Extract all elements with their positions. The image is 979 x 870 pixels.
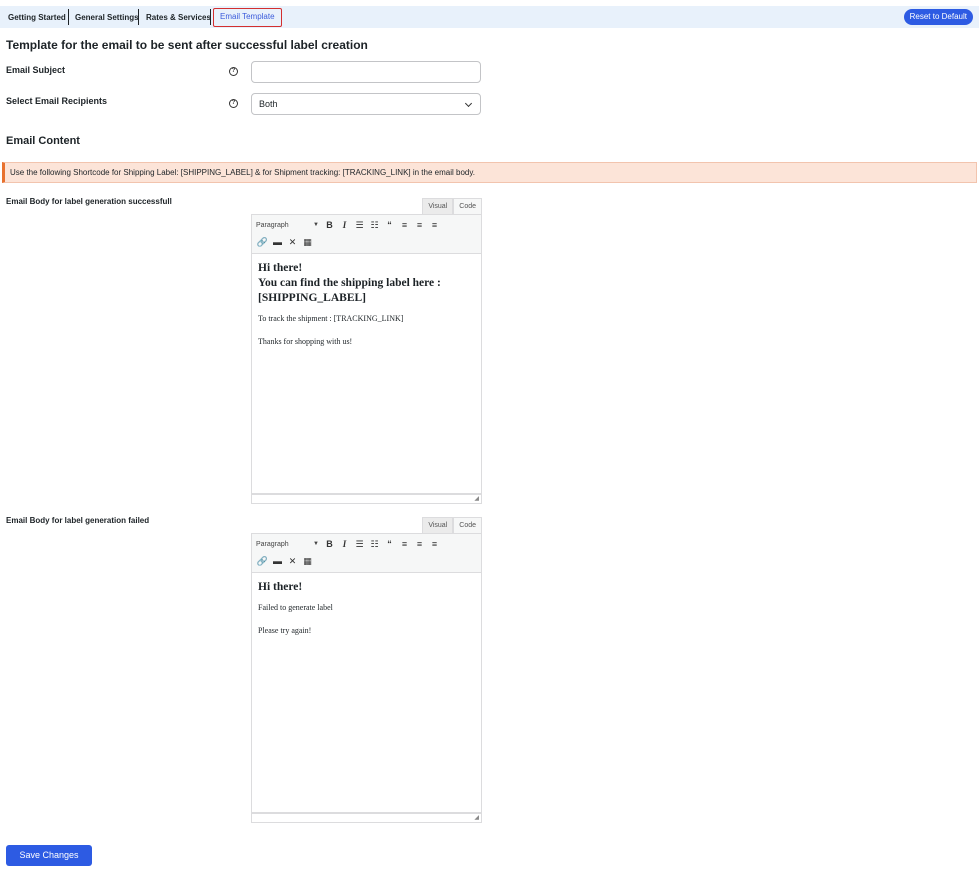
email-recipients-value: Both (259, 99, 278, 109)
italic-icon[interactable]: I (338, 218, 351, 233)
email-recipients-select[interactable]: Both (251, 93, 481, 115)
editor-statusbar: ◢ (251, 813, 482, 823)
email-heading: Hi there! (258, 581, 303, 593)
failed-body-label: Email Body for label generation failed (6, 516, 150, 525)
editor-content[interactable]: Hi there! You can find the shipping labe… (251, 254, 482, 494)
numbered-list-icon[interactable]: ☷ (368, 537, 381, 552)
email-heading: Hi there! You can find the shipping labe… (258, 262, 441, 304)
toolbar-toggle-icon[interactable]: ▦ (301, 235, 314, 250)
align-right-icon[interactable]: ≡ (428, 218, 441, 233)
link-icon[interactable]: 🔗 (256, 235, 269, 250)
tab-separator (138, 9, 139, 25)
format-label: Paragraph (256, 541, 289, 548)
editor-toolbar: Paragraph ▼ B I ☰ ☷ “ ≡ ≡ ≡ 🔗 ▬ ✕ ▦ (251, 533, 482, 573)
align-left-icon[interactable]: ≡ (398, 537, 411, 552)
paragraph-format-select[interactable]: Paragraph ▼ (256, 541, 323, 548)
email-paragraph: Failed to generate label (258, 603, 333, 612)
success-body-label: Email Body for label generation successf… (6, 197, 172, 206)
email-paragraph: Please try again! (258, 626, 312, 635)
tab-code[interactable]: Code (453, 517, 482, 533)
bullet-list-icon[interactable]: ☰ (353, 537, 366, 552)
failed-body-editor: Visual Code Paragraph ▼ B I ☰ ☷ “ ≡ ≡ ≡ … (251, 517, 482, 825)
toolbar-toggle-icon[interactable]: ▦ (301, 554, 314, 569)
email-subject-label: Email Subject (6, 65, 66, 75)
align-right-icon[interactable]: ≡ (428, 537, 441, 552)
blockquote-icon[interactable]: “ (383, 537, 396, 552)
help-icon[interactable]: ? (229, 67, 238, 76)
editor-toolbar: Paragraph ▼ B I ☰ ☷ “ ≡ ≡ ≡ 🔗 ▬ ✕ ▦ (251, 214, 482, 254)
save-changes-button[interactable]: Save Changes (6, 845, 92, 866)
resize-handle-icon[interactable]: ◢ (474, 814, 479, 821)
align-center-icon[interactable]: ≡ (413, 218, 426, 233)
chevron-down-icon: ▼ (313, 222, 319, 228)
link-icon[interactable]: 🔗 (256, 554, 269, 569)
horizontal-line-icon[interactable]: ▬ (271, 554, 284, 569)
shortcode-notice: Use the following Shortcode for Shipping… (2, 162, 977, 183)
bold-icon[interactable]: B (323, 218, 336, 233)
horizontal-line-icon[interactable]: ▬ (271, 235, 284, 250)
tab-email-template[interactable]: Email Template (213, 8, 282, 27)
bold-icon[interactable]: B (323, 537, 336, 552)
email-paragraph: Thanks for shopping with us! (258, 337, 353, 346)
editor-content[interactable]: Hi there! Failed to generate label Pleas… (251, 573, 482, 813)
fullscreen-icon[interactable]: ✕ (286, 235, 299, 250)
align-left-icon[interactable]: ≡ (398, 218, 411, 233)
paragraph-format-select[interactable]: Paragraph ▼ (256, 222, 323, 229)
success-body-editor: Visual Code Paragraph ▼ B I ☰ ☷ “ ≡ ≡ ≡ … (251, 198, 482, 506)
numbered-list-icon[interactable]: ☷ (368, 218, 381, 233)
editor-statusbar: ◢ (251, 494, 482, 504)
help-icon[interactable]: ? (229, 99, 238, 108)
align-center-icon[interactable]: ≡ (413, 537, 426, 552)
blockquote-icon[interactable]: “ (383, 218, 396, 233)
email-subject-input[interactable] (251, 61, 481, 83)
chevron-down-icon (464, 99, 473, 108)
tab-visual[interactable]: Visual (422, 198, 454, 214)
email-content-title: Email Content (6, 135, 80, 147)
tab-code[interactable]: Code (453, 198, 482, 214)
tab-getting-started[interactable]: Getting Started (2, 10, 72, 26)
tab-general-settings[interactable]: General Settings (69, 10, 145, 26)
fullscreen-icon[interactable]: ✕ (286, 554, 299, 569)
tab-separator (210, 9, 211, 25)
chevron-down-icon: ▼ (313, 541, 319, 547)
page-title: Template for the email to be sent after … (6, 38, 368, 52)
bullet-list-icon[interactable]: ☰ (353, 218, 366, 233)
reset-to-default-button[interactable]: Reset to Default (903, 9, 973, 25)
tab-rates-services[interactable]: Rates & Services (140, 10, 217, 26)
email-paragraph: To track the shipment : [TRACKING_LINK] (258, 314, 404, 323)
italic-icon[interactable]: I (338, 537, 351, 552)
resize-handle-icon[interactable]: ◢ (474, 495, 479, 502)
tab-visual[interactable]: Visual (422, 517, 454, 533)
email-recipients-label: Select Email Recipients (6, 96, 108, 106)
format-label: Paragraph (256, 222, 289, 229)
settings-tab-bar: Getting Started General Settings Rates &… (0, 6, 979, 28)
editor-mode-tabs: Visual Code (422, 198, 482, 214)
editor-mode-tabs: Visual Code (422, 517, 482, 533)
